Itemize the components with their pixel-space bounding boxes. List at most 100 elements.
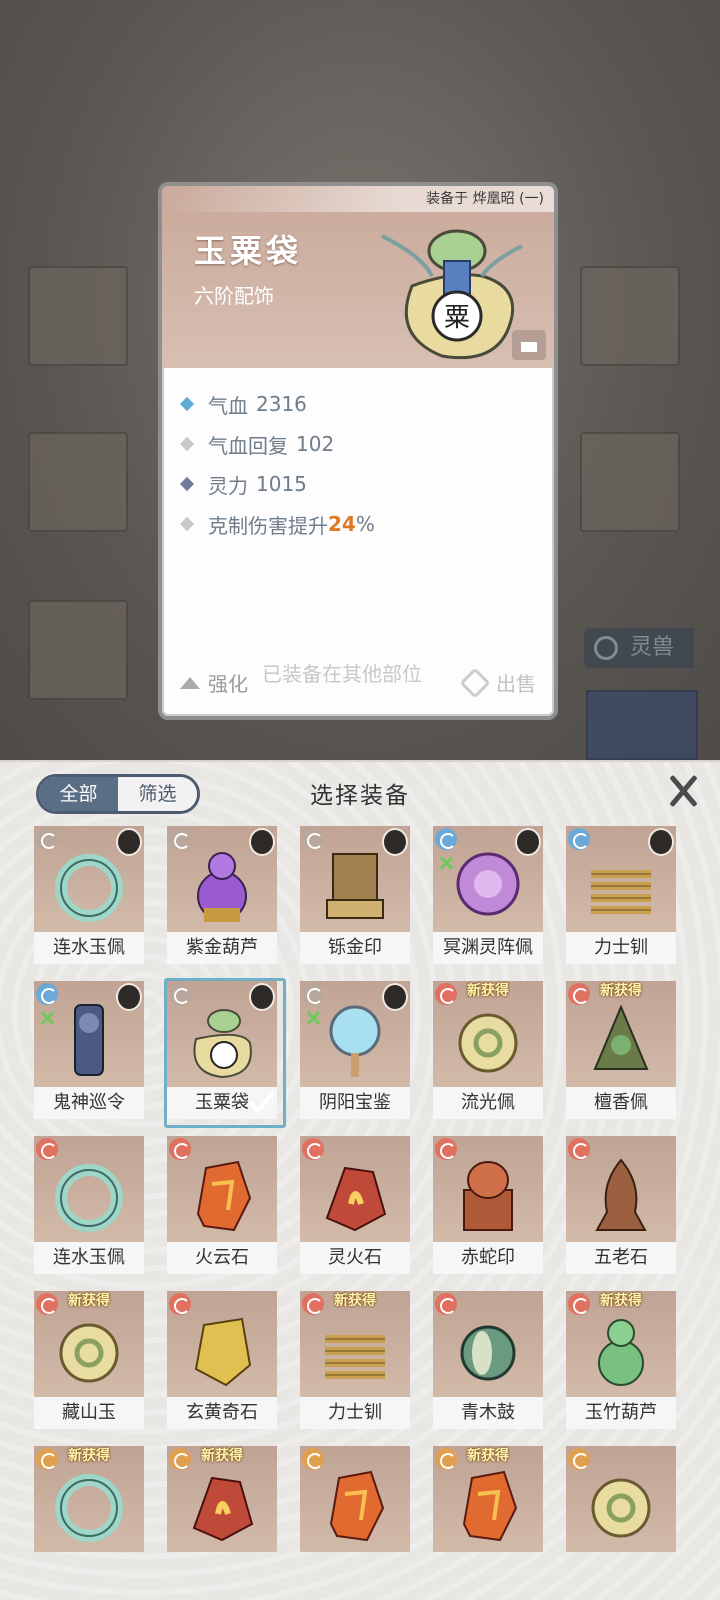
hero-avatar (382, 828, 408, 856)
equipment-cell[interactable]: 五老石 (566, 1136, 676, 1276)
equipped-to-label: 装备于 烨凰昭 (一) (162, 186, 554, 212)
seal-gold-icon (326, 853, 384, 919)
bag-glyph: 粟 (444, 303, 470, 333)
bg-spirit-beast-tab: 灵兽 (584, 628, 694, 668)
new-badge: 新获得 (68, 1293, 110, 1309)
cross-mark-icon (439, 856, 453, 870)
equipment-name: 流光佩 (433, 1087, 543, 1119)
bg-equip-slot (28, 600, 128, 700)
token-dark-icon (74, 1004, 104, 1076)
equipment-cell[interactable]: 新获得 藏山玉 (34, 1291, 144, 1431)
item-type-icon (169, 828, 191, 850)
equipment-cell[interactable]: 火云石 (167, 1136, 277, 1276)
attribute-row: 气血回复 102 (179, 424, 554, 464)
equipment-name: 玉竹葫芦 (566, 1397, 676, 1429)
diamond-icon (179, 436, 195, 452)
bg-equip-slot (580, 432, 680, 532)
equipment-name: 五老石 (566, 1242, 676, 1274)
gourd-green-icon (598, 1319, 644, 1386)
equipment-cell[interactable]: 新获得 力士钏 (300, 1291, 410, 1431)
equipment-cell[interactable] (300, 1446, 410, 1586)
equipment-name: 赤蛇印 (433, 1242, 543, 1274)
item-type-icon (169, 1293, 191, 1315)
seal-red-icon (463, 1161, 513, 1231)
detail-header: 装备于 烨凰昭 (一) 玉粟袋 六阶配饰 粟 (162, 186, 554, 368)
item-name: 玉粟袋 (194, 232, 303, 270)
equipment-name: 力士钏 (300, 1397, 410, 1429)
item-type-icon (568, 1138, 590, 1160)
disc-jade-icon (59, 1323, 119, 1383)
jade-bag-art: 粟 (381, 229, 523, 360)
new-badge: 新获得 (600, 1293, 642, 1309)
orb-purple-icon (456, 852, 520, 916)
item-detail-card: 装备于 烨凰昭 (一) 玉粟袋 六阶配饰 粟 气血 2316 气血回复 102 … (158, 182, 558, 720)
equipment-name: 藏山玉 (34, 1397, 144, 1429)
close-icon[interactable] (666, 774, 700, 808)
disc-jade-icon (591, 1478, 651, 1538)
equipment-cell[interactable]: 连水玉佩 (34, 826, 144, 966)
new-badge: 新获得 (334, 1293, 376, 1309)
equipment-cell[interactable]: 新获得 玉竹葫芦 (566, 1291, 676, 1431)
equipment-name: 阴阳宝鉴 (300, 1087, 410, 1119)
detail-footer: 强化 已装备在其他部位 出售 (162, 654, 554, 716)
enhance-button[interactable]: 强化 (180, 668, 248, 697)
equipment-cell[interactable]: 新获得 檀香佩 (566, 981, 676, 1121)
up-arrow-icon (180, 676, 200, 689)
equipment-cell[interactable]: 新获得 (34, 1446, 144, 1586)
lock-button[interactable] (512, 330, 546, 360)
equipment-cell[interactable]: 连水玉佩 (34, 1136, 144, 1276)
equipment-cell[interactable]: 紫金葫芦 (167, 826, 277, 966)
equipment-name: 铄金印 (300, 932, 410, 964)
equipment-name: 鬼神巡令 (34, 1087, 144, 1119)
rock-fire-icon (462, 1470, 518, 1542)
rock-gold-icon (194, 1317, 252, 1387)
ring-jade-icon (55, 1474, 123, 1542)
item-type-icon (302, 983, 324, 1005)
equipment-cell[interactable]: 灵火石 (300, 1136, 410, 1276)
equipment-name: 连水玉佩 (34, 1242, 144, 1274)
pendant-green-icon (593, 1004, 649, 1070)
equipment-cell[interactable]: 鬼神巡令 (34, 981, 144, 1121)
attribute-list: 气血 2316 气血回复 102 灵力 1015 克制伤害提升 24% (162, 368, 554, 544)
equipment-cell[interactable]: 新获得 (167, 1446, 277, 1586)
item-type-icon (435, 1293, 457, 1315)
rock-red-icon (192, 1476, 254, 1542)
equipment-name: 玉粟袋 (167, 1087, 277, 1119)
equipment-cell[interactable]: 新获得 流光佩 (433, 981, 543, 1121)
new-badge: 新获得 (467, 983, 509, 999)
equipment-cell[interactable] (566, 1446, 676, 1586)
hero-avatar (116, 828, 142, 856)
item-type-icon (435, 1138, 457, 1160)
equipment-cell[interactable]: 玉粟袋 (164, 978, 286, 1128)
hero-avatar (648, 828, 674, 856)
bg-beast-card (586, 690, 698, 760)
disc-jade-icon (458, 1013, 518, 1073)
item-type-icon (169, 983, 191, 1005)
equipment-cell[interactable]: 青木鼓 (433, 1291, 543, 1431)
equipment-cell[interactable]: 力士钏 (566, 826, 676, 966)
item-type-icon (435, 828, 457, 850)
hero-avatar (116, 983, 142, 1011)
item-type-icon (169, 1138, 191, 1160)
equipment-cell[interactable]: 阴阳宝鉴 (300, 981, 410, 1121)
item-type-icon (36, 1138, 58, 1160)
item-type-icon (568, 828, 590, 850)
rock-brown-icon (595, 1158, 647, 1231)
diamond-icon (179, 516, 195, 532)
equipment-cell[interactable]: 新获得 (433, 1446, 543, 1586)
price-tag-icon (459, 666, 491, 699)
equipment-cell[interactable]: 冥渊灵阵佩 (433, 826, 543, 966)
beast-icon (594, 636, 618, 660)
equipment-cell[interactable]: 铄金印 (300, 826, 410, 966)
equipment-cell[interactable]: 玄黄奇石 (167, 1291, 277, 1431)
equipment-name: 连水玉佩 (34, 932, 144, 964)
hero-avatar (249, 828, 275, 856)
equipment-cell[interactable]: 赤蛇印 (433, 1136, 543, 1276)
equipment-name: 灵火石 (300, 1242, 410, 1274)
mirror-icon (329, 1005, 381, 1077)
rock-fire-icon (196, 1160, 252, 1232)
equipment-name: 青木鼓 (433, 1397, 543, 1429)
ring-jade-icon (55, 1164, 123, 1232)
sell-button[interactable]: 出售 (459, 666, 536, 699)
equipment-name: 火云石 (167, 1242, 277, 1274)
